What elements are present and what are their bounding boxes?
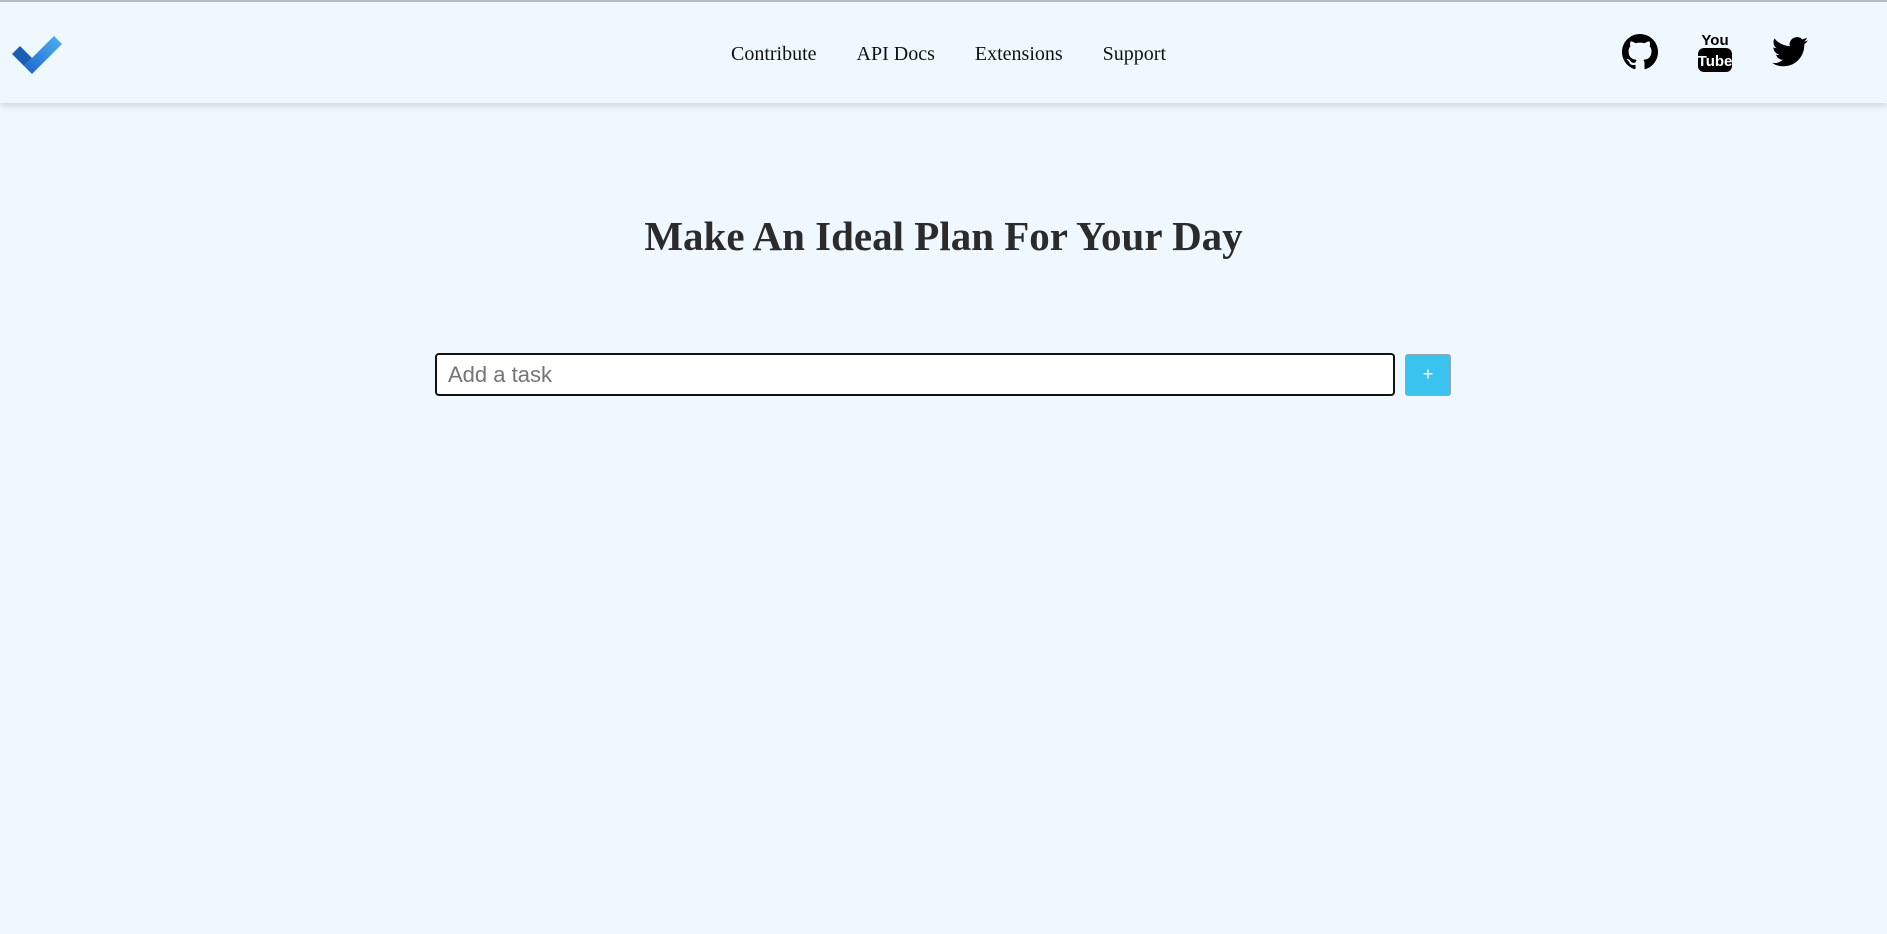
svg-text:Tube: Tube [1698, 53, 1733, 70]
add-task-button[interactable]: + [1405, 353, 1451, 396]
nav-link-api-docs[interactable]: API Docs [857, 42, 935, 66]
twitter-icon[interactable] [1770, 30, 1810, 74]
nav-link-contribute[interactable]: Contribute [731, 42, 817, 66]
youtube-icon[interactable]: You Tube [1695, 30, 1735, 74]
task-form: + [435, 353, 1451, 396]
github-icon[interactable] [1620, 30, 1660, 74]
social-links: You Tube [1620, 30, 1845, 74]
navbar: Contribute API Docs Extensions Support Y… [0, 2, 1887, 103]
checkmark-logo-icon[interactable] [12, 32, 64, 74]
nav-link-support[interactable]: Support [1103, 42, 1166, 66]
page-title: Make An Ideal Plan For Your Day [644, 213, 1243, 259]
nav-link-extensions[interactable]: Extensions [975, 42, 1063, 66]
nav-links: Contribute API Docs Extensions Support [731, 42, 1206, 66]
svg-text:You: You [1701, 32, 1728, 49]
task-input[interactable] [435, 353, 1395, 396]
